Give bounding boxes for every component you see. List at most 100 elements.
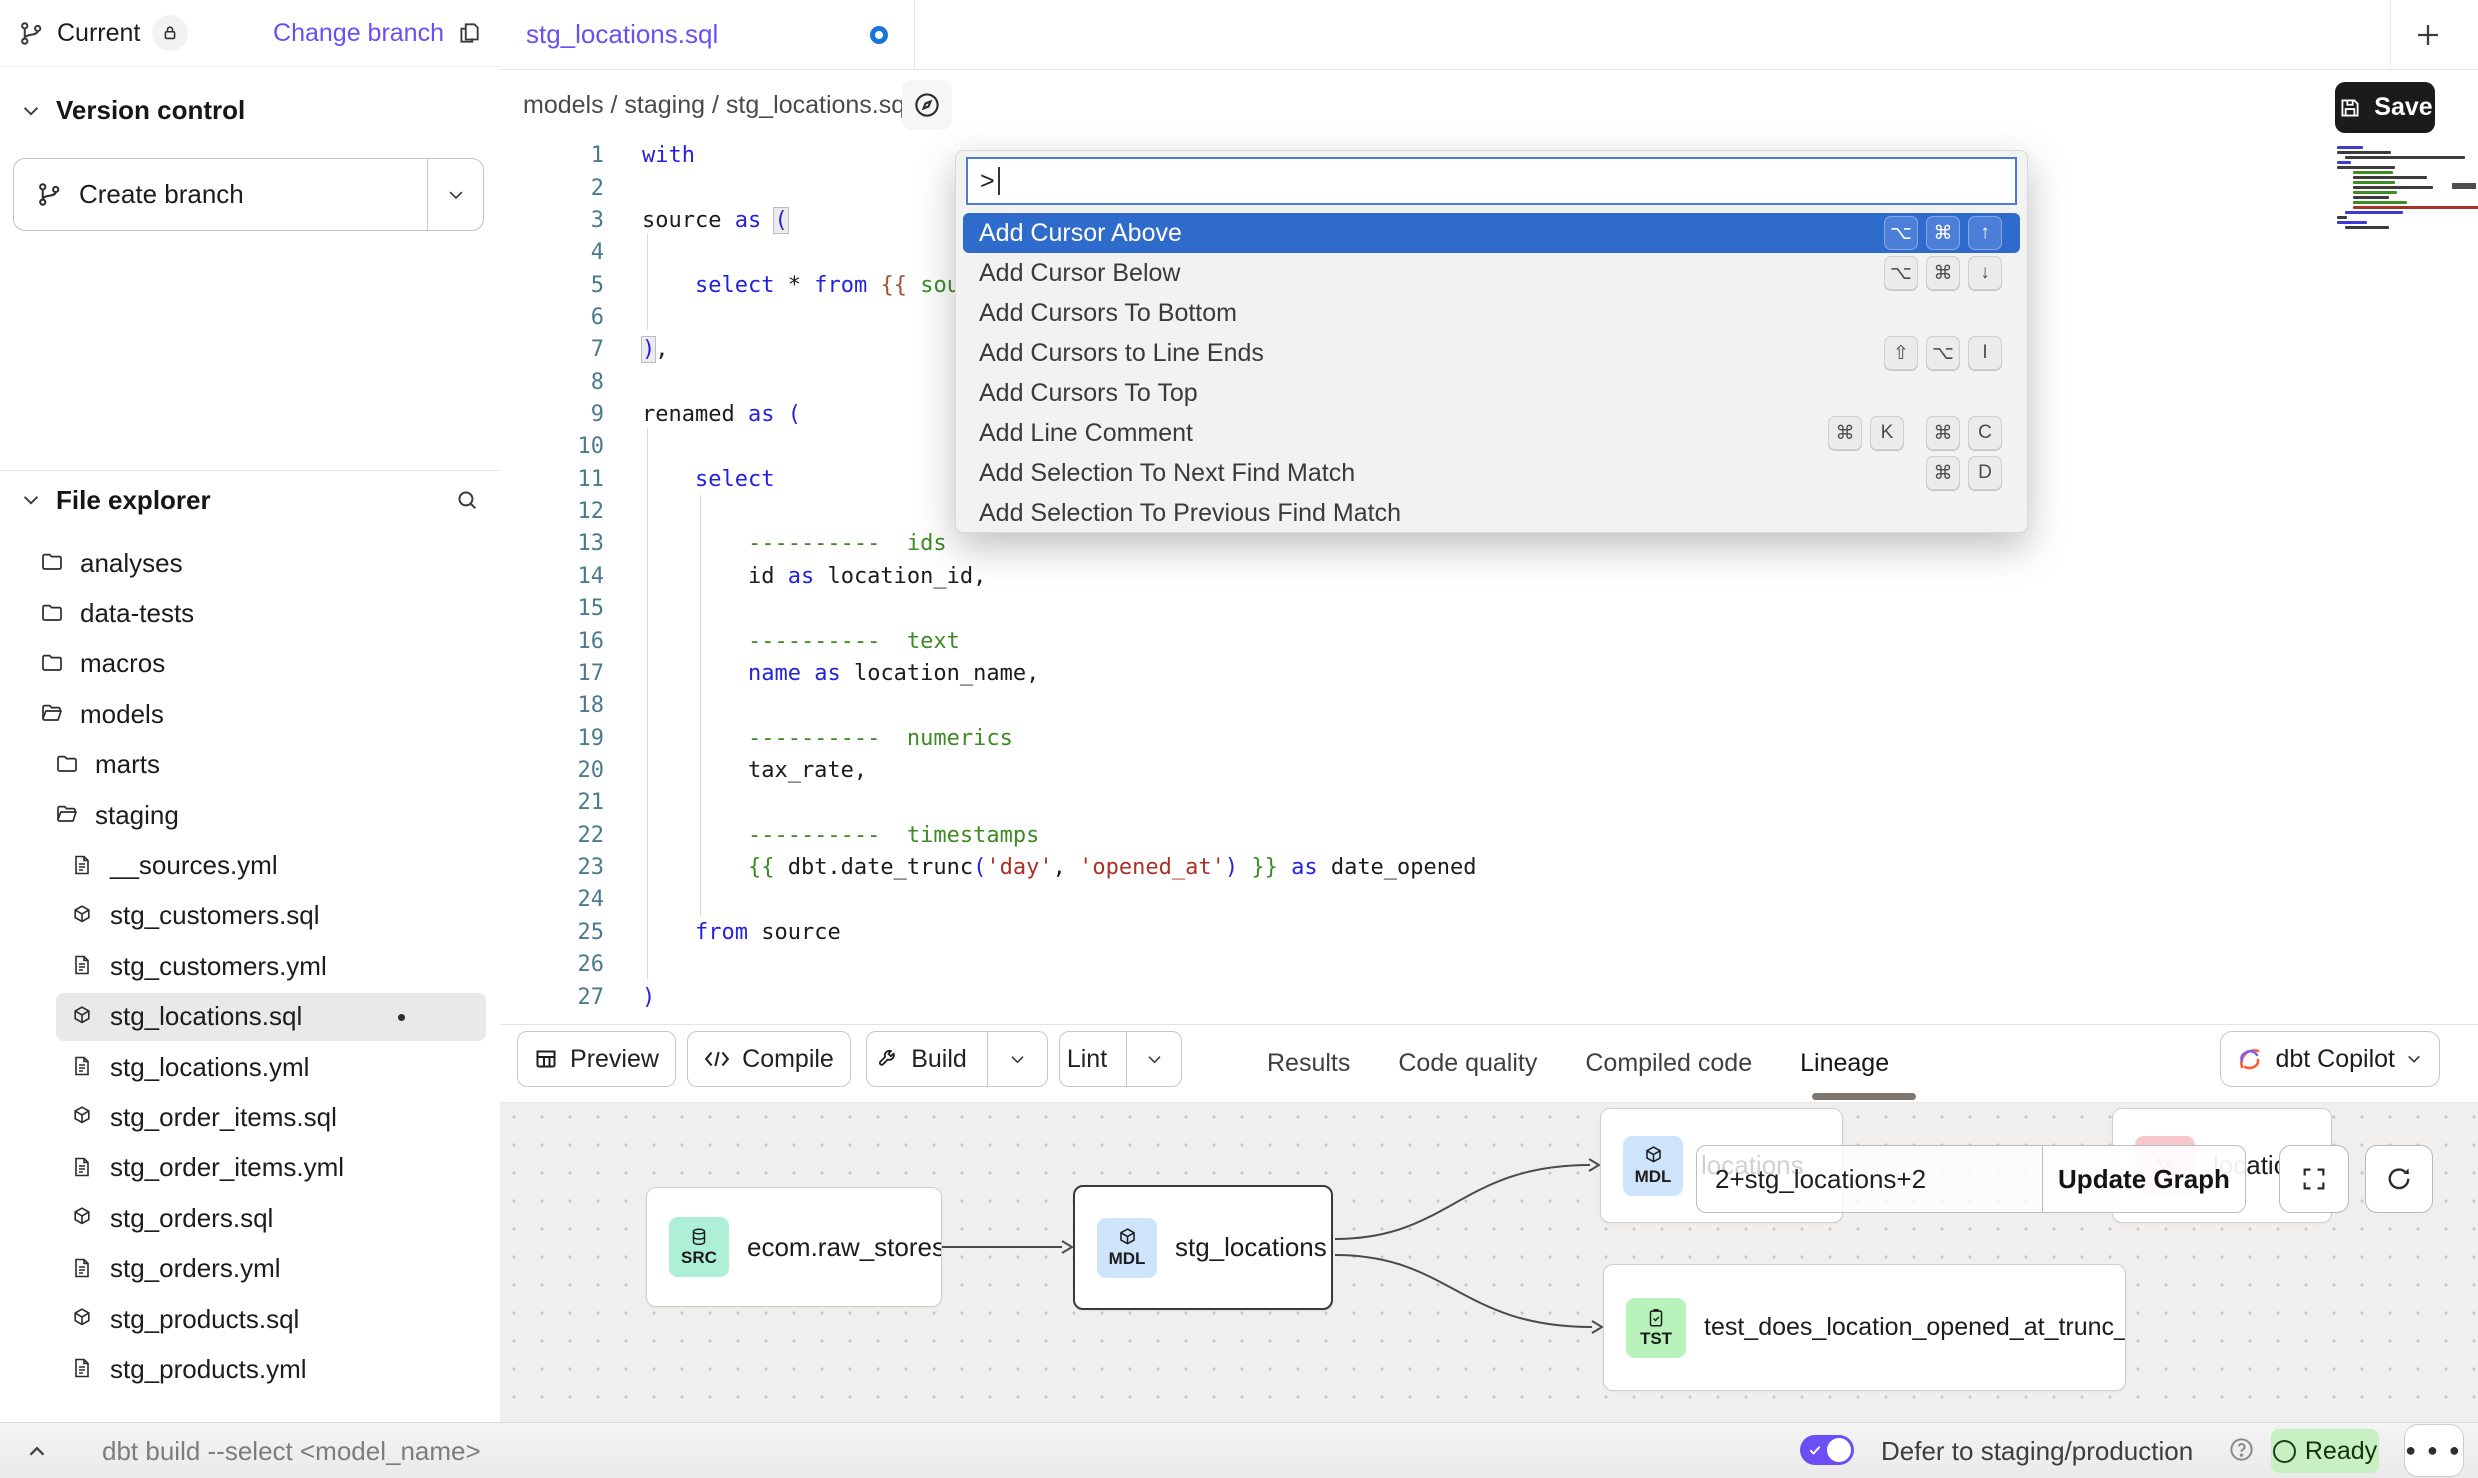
tab-stg-locations[interactable]: stg_locations.sql — [500, 0, 915, 69]
build-main[interactable]: Build — [867, 1045, 975, 1074]
file-item-marts[interactable]: marts — [0, 740, 500, 790]
minimap-slider[interactable] — [2452, 183, 2476, 189]
tab-results[interactable]: Results — [1267, 1049, 1350, 1078]
command-label: Add Selection To Next Find Match — [979, 459, 1355, 488]
code-line: 18 — [500, 690, 2478, 722]
lineage-node-raw-stores[interactable]: SRC ecom.raw_stores — [646, 1187, 942, 1307]
lint-button[interactable]: Lint — [1059, 1031, 1182, 1087]
minimap-line — [2345, 226, 2389, 229]
minimap[interactable] — [2337, 146, 2447, 231]
lint-main[interactable]: Lint — [1060, 1045, 1114, 1074]
expand-panel-button[interactable] — [24, 1439, 50, 1465]
table-icon — [534, 1047, 558, 1071]
preview-button[interactable]: Preview — [517, 1031, 676, 1087]
command-item[interactable]: Add Cursor Above⌥⌘↑ — [963, 213, 2020, 253]
lineage-node-stg-locations[interactable]: MDL stg_locations — [1073, 1185, 1333, 1310]
file-item-stg_orders.sql[interactable]: stg_orders.sql — [0, 1193, 500, 1243]
update-graph-button[interactable]: Update Graph — [2042, 1145, 2246, 1213]
help-icon[interactable] — [2228, 1436, 2255, 1463]
dbt-copilot-button[interactable]: dbt Copilot — [2220, 1031, 2440, 1087]
command-palette-input[interactable]: > — [966, 157, 2017, 205]
status-badge[interactable]: Ready — [2271, 1429, 2379, 1473]
fullscreen-button[interactable] — [2279, 1145, 2349, 1213]
more-options-button[interactable]: ● ● ● — [2404, 1424, 2464, 1477]
new-tab-button[interactable] — [2406, 13, 2450, 57]
command-item[interactable]: Add Line Comment⌘K⌘C — [963, 413, 2020, 453]
compile-button[interactable]: Compile — [687, 1031, 851, 1087]
file-item-models[interactable]: models — [0, 689, 500, 739]
code-text: source as ( — [642, 205, 788, 237]
command-item[interactable]: Add Cursors to Line Ends⇧⌥I — [963, 333, 2020, 373]
lint-dropdown[interactable] — [1126, 1032, 1181, 1086]
code-text: ) — [642, 982, 655, 1014]
lineage-filter-input[interactable]: 2+stg_locations+2 — [1696, 1145, 2042, 1213]
minimap-line — [2345, 211, 2403, 214]
command-item[interactable]: Add Cursors To Top — [963, 373, 2020, 413]
refresh-button[interactable] — [2365, 1145, 2433, 1213]
code-text: ---------- timestamps — [642, 820, 1039, 852]
create-branch-dropdown[interactable] — [427, 159, 483, 230]
line-number: 5 — [500, 275, 604, 297]
code-line: 15 — [500, 593, 2478, 625]
keycap: D — [1968, 456, 2002, 490]
preview-label: Preview — [570, 1045, 659, 1074]
version-control-header[interactable]: Version control — [0, 95, 500, 126]
keycap: ⌘ — [1828, 416, 1862, 450]
file-item-stg_customers.sql[interactable]: stg_customers.sql — [0, 891, 500, 941]
shortcut-keys: ⌥⌘↑ — [1862, 216, 2002, 250]
file-item-data-tests[interactable]: data-tests — [0, 588, 500, 638]
lineage-canvas[interactable]: MDL locations locations SRC ecom.raw_sto… — [500, 1103, 2478, 1422]
keycap: C — [1968, 416, 2002, 450]
minimap-line — [2337, 166, 2395, 169]
build-dropdown[interactable] — [987, 1032, 1047, 1086]
code-line: 23 {{ dbt.date_trunc('day', 'opened_at')… — [500, 852, 2478, 884]
line-number: 22 — [500, 825, 604, 847]
folder-icon — [40, 651, 66, 677]
save-button[interactable]: Save — [2335, 82, 2435, 133]
file-item-stg_locations.sql[interactable]: stg_locations.sql — [0, 992, 500, 1042]
file-item-staging[interactable]: staging — [0, 790, 500, 840]
file-item-stg_locations.yml[interactable]: stg_locations.yml — [0, 1042, 500, 1092]
branch-locked-badge — [152, 15, 188, 51]
lineage-node-test[interactable]: TST test_does_location_opened_at_trunc_t… — [1603, 1264, 2126, 1391]
chevron-down-icon — [446, 185, 466, 205]
tab-code-quality[interactable]: Code quality — [1398, 1049, 1537, 1078]
copilot-label: dbt Copilot — [2275, 1045, 2395, 1074]
file-item-stg_orders.yml[interactable]: stg_orders.yml — [0, 1243, 500, 1293]
command-item[interactable]: Add Cursor Below⌥⌘↓ — [963, 253, 2020, 293]
code-text: ---------- numerics — [642, 723, 1013, 755]
command-item[interactable]: Add Selection To Previous Find Match — [963, 493, 2020, 533]
create-branch-main[interactable]: Create branch — [14, 159, 427, 230]
tab-lineage[interactable]: Lineage — [1800, 1049, 1889, 1078]
check-icon — [1808, 1443, 1822, 1457]
tab-compiled-code[interactable]: Compiled code — [1585, 1049, 1752, 1078]
defer-toggle[interactable] — [1800, 1435, 1854, 1465]
file-explorer-header[interactable]: File explorer — [0, 478, 500, 522]
file-icon — [70, 1155, 96, 1181]
file-item-stg_products.yml[interactable]: stg_products.yml — [0, 1344, 500, 1394]
code-text: from source — [642, 917, 841, 949]
file-item-label: stg_order_items.sql — [110, 1102, 337, 1133]
file-item-stg_order_items.sql[interactable]: stg_order_items.sql — [0, 1092, 500, 1142]
file-item-analyses[interactable]: analyses — [0, 538, 500, 588]
file-item-stg_order_items.yml[interactable]: stg_order_items.yml — [0, 1143, 500, 1193]
line-number: 19 — [500, 728, 604, 750]
explore-button[interactable] — [902, 80, 952, 130]
command-input[interactable]: dbt build --select <model_name> — [102, 1436, 481, 1467]
create-branch-button[interactable]: Create branch — [13, 158, 484, 231]
search-icon[interactable] — [455, 488, 480, 513]
command-item[interactable]: Add Selection To Next Find Match⌘D — [963, 453, 2020, 493]
change-branch-link[interactable]: Change branch — [273, 19, 444, 48]
code-line: 24 — [500, 884, 2478, 916]
file-item-stg_products.sql[interactable]: stg_products.sql — [0, 1294, 500, 1344]
copy-branch-icon[interactable] — [456, 20, 482, 46]
file-item-stg_customers.yml[interactable]: stg_customers.yml — [0, 941, 500, 991]
file-icon — [70, 1256, 96, 1282]
file-item-macros[interactable]: macros — [0, 639, 500, 689]
file-item-__sources.yml[interactable]: __sources.yml — [0, 840, 500, 890]
build-button[interactable]: Build — [866, 1031, 1048, 1087]
line-number: 7 — [500, 339, 604, 361]
file-icon — [70, 853, 96, 879]
folder-icon — [40, 701, 66, 727]
command-item[interactable]: Add Cursors To Bottom — [963, 293, 2020, 333]
